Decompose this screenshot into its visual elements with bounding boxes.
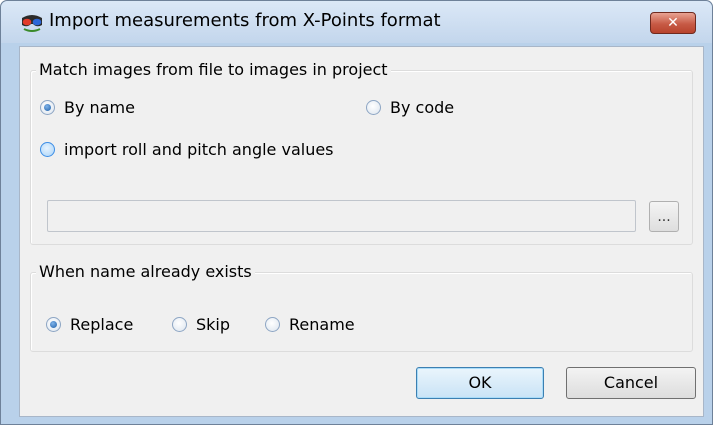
skip-radio[interactable]: Skip bbox=[172, 315, 230, 334]
import-roll-pitch-radio-indicator[interactable] bbox=[40, 142, 55, 157]
import-roll-pitch-radio[interactable]: import roll and pitch angle values bbox=[40, 140, 334, 159]
skip-label: Skip bbox=[196, 315, 231, 334]
skip-radio-indicator[interactable] bbox=[172, 317, 187, 332]
window-title: Import measurements from X-Points format bbox=[49, 10, 441, 31]
name-exists-group: When name already exists Replace Skip Re… bbox=[30, 262, 693, 352]
name-exists-group-label: When name already exists bbox=[36, 262, 255, 281]
by-code-radio-indicator[interactable] bbox=[366, 100, 381, 115]
import-roll-pitch-label: import roll and pitch angle values bbox=[64, 140, 334, 159]
close-button[interactable]: ✕ bbox=[650, 12, 696, 34]
dialog-window: Import measurements from X-Points format… bbox=[0, 0, 713, 425]
by-name-label: By name bbox=[64, 98, 135, 117]
rename-label: Rename bbox=[289, 315, 355, 334]
ok-button[interactable]: OK bbox=[416, 367, 544, 399]
file-path-input[interactable] bbox=[47, 200, 636, 232]
browse-button[interactable]: ... bbox=[649, 201, 679, 232]
by-name-radio[interactable]: By name bbox=[40, 98, 135, 117]
rename-radio-indicator[interactable] bbox=[265, 317, 280, 332]
rename-radio[interactable]: Rename bbox=[265, 315, 355, 334]
3d-glasses-icon bbox=[22, 15, 42, 32]
by-code-label: By code bbox=[390, 98, 455, 117]
by-code-radio[interactable]: By code bbox=[366, 98, 454, 117]
replace-radio-indicator[interactable] bbox=[46, 317, 61, 332]
close-icon: ✕ bbox=[667, 15, 679, 31]
replace-label: Replace bbox=[70, 315, 134, 334]
replace-radio[interactable]: Replace bbox=[46, 315, 133, 334]
cancel-button[interactable]: Cancel bbox=[566, 367, 696, 399]
title-bar[interactable]: Import measurements from X-Points format… bbox=[1, 1, 712, 43]
dialog-body: Match images from file to images in proj… bbox=[19, 46, 704, 417]
by-name-radio-indicator[interactable] bbox=[40, 100, 55, 115]
match-images-group-label: Match images from file to images in proj… bbox=[36, 60, 391, 79]
